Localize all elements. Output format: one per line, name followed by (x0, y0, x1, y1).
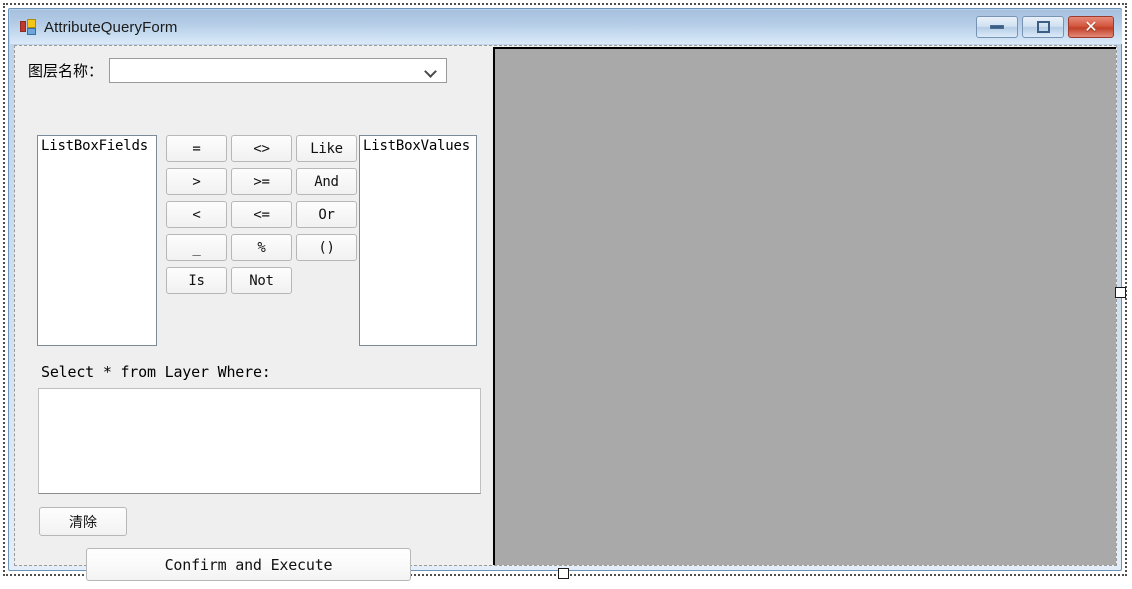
form-icon (20, 19, 36, 35)
minimize-icon (990, 25, 1004, 29)
maximize-button[interactable] (1022, 16, 1064, 38)
operator-button-greater-or-equal[interactable]: >= (231, 168, 292, 195)
form-window: AttributeQueryForm ✕ 图层名称： ListBoxFields… (8, 8, 1122, 581)
operator-button-underscore[interactable]: _ (166, 234, 227, 261)
designer-surface: AttributeQueryForm ✕ 图层名称： ListBoxFields… (0, 0, 1132, 589)
form-icon-red-part (20, 21, 26, 32)
list-item[interactable]: ListBoxValues (360, 136, 476, 154)
layer-name-combobox[interactable] (109, 58, 448, 83)
operator-button-equals[interactable]: = (166, 135, 227, 162)
close-icon: ✕ (1084, 17, 1098, 36)
list-item[interactable]: ListBoxFields (38, 136, 156, 154)
query-builder-panel: 图层名称： ListBoxFields = <> Like > >= And <… (15, 46, 492, 581)
layer-selector-row: 图层名称： (28, 58, 448, 83)
close-button[interactable]: ✕ (1068, 16, 1114, 38)
sql-where-textbox[interactable] (38, 388, 481, 494)
operator-button-like[interactable]: Like (296, 135, 357, 162)
sql-where-label: Select * from Layer Where: (41, 363, 271, 381)
resize-handle-right[interactable] (1115, 287, 1126, 298)
window-buttons: ✕ (976, 16, 1114, 38)
form-icon-blue-part (27, 28, 36, 35)
maximize-icon (1036, 21, 1050, 33)
title-bar[interactable]: AttributeQueryForm ✕ (10, 10, 1122, 44)
window-title: AttributeQueryForm (44, 18, 178, 36)
operator-button-grid: = <> Like > >= And < <= Or _ % () Is Not (166, 135, 357, 294)
client-area: 图层名称： ListBoxFields = <> Like > >= And <… (14, 45, 1117, 581)
operator-button-and[interactable]: And (296, 168, 357, 195)
operator-button-less-or-equal[interactable]: <= (231, 201, 292, 228)
operator-button-or[interactable]: Or (296, 201, 357, 228)
operator-button-parentheses[interactable]: () (296, 234, 357, 261)
confirm-and-execute-button[interactable]: Confirm and Execute (86, 548, 411, 581)
resize-handle-bottom[interactable] (558, 568, 569, 579)
chevron-down-icon (426, 67, 437, 74)
operator-button-percent[interactable]: % (231, 234, 292, 261)
operator-button-greater-than[interactable]: > (166, 168, 227, 195)
operator-button-is[interactable]: Is (166, 267, 227, 294)
listbox-values[interactable]: ListBoxValues (359, 135, 477, 346)
form-icon-yellow-part (27, 19, 36, 28)
operator-button-less-than[interactable]: < (166, 201, 227, 228)
operator-button-not[interactable]: Not (231, 267, 292, 294)
listbox-fields[interactable]: ListBoxFields (37, 135, 157, 346)
operator-button-not-equals[interactable]: <> (231, 135, 292, 162)
map-display-panel[interactable] (493, 47, 1116, 565)
minimize-button[interactable] (976, 16, 1018, 38)
clear-button[interactable]: 清除 (39, 507, 127, 536)
layer-name-label: 图层名称： (28, 62, 104, 80)
